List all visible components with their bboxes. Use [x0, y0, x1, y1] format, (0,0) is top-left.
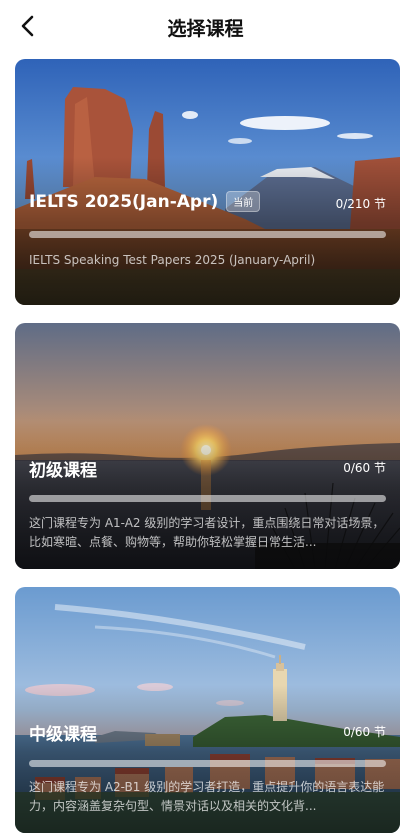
page-title: 选择课程 — [167, 18, 244, 40]
progress-bar — [29, 760, 386, 767]
course-card-intermediate[interactable]: 中级课程 0/60 节 这门课程专为 A2-B1 级别的学习者打造，重点提升你的… — [15, 587, 400, 833]
course-title: IELTS 2025(Jan-Apr) 当前 — [29, 191, 261, 212]
course-title-text: 初级课程 — [29, 461, 97, 481]
course-description: 这门课程专为 A2-B1 级别的学习者打造，重点提升你的语言表达能力，内容涵盖复… — [29, 780, 385, 813]
course-title: 初级课程 — [29, 456, 97, 481]
course-title-text: IELTS 2025(Jan-Apr) — [29, 191, 219, 212]
progress-bar — [29, 495, 386, 502]
header: 选择课程 — [0, 0, 411, 52]
course-card-beginner[interactable]: 初级课程 0/60 节 这门课程专为 A1-A2 级别的学习者设计，重点围绕日常… — [15, 323, 400, 569]
course-card-ielts[interactable]: IELTS 2025(Jan-Apr) 当前 0/210 节 IELTS Spe… — [15, 59, 400, 305]
lesson-count: 0/210 节 — [335, 197, 386, 211]
course-description: 这门课程专为 A1-A2 级别的学习者设计，重点围绕日常对话场景，比如寒暄、点餐… — [29, 516, 385, 549]
current-badge: 当前 — [226, 191, 261, 212]
course-description: IELTS Speaking Test Papers 2025 (January… — [29, 253, 316, 267]
lesson-count: 0/60 节 — [343, 461, 386, 475]
course-title-text: 中级课程 — [29, 725, 97, 745]
lesson-count: 0/60 节 — [343, 725, 386, 739]
progress-bar — [29, 231, 386, 238]
course-title: 中级课程 — [29, 720, 97, 745]
